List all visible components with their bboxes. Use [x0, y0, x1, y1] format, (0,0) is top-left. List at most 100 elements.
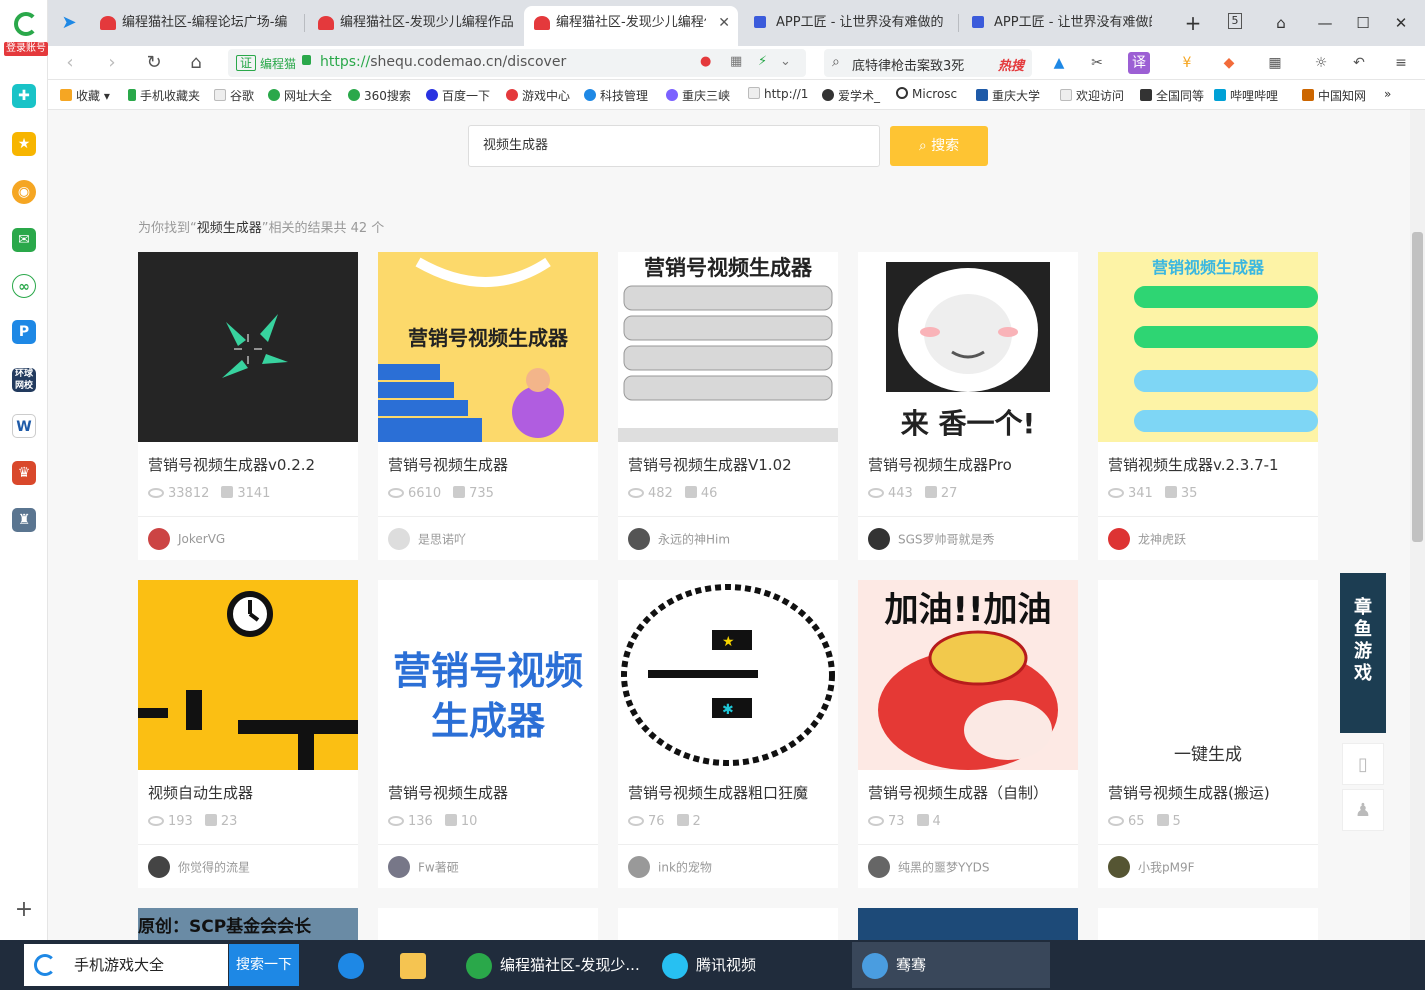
work-cover-image[interactable]: ★ ✱ [618, 580, 838, 770]
author-name[interactable]: SGS罗帅哥就是秀 [898, 533, 995, 547]
taskbar-edge[interactable] [338, 942, 372, 988]
bookmark-item[interactable]: 全国同等 [1140, 87, 1210, 104]
work-card-partial[interactable] [618, 908, 838, 940]
avatar[interactable] [148, 528, 170, 550]
avatar[interactable] [388, 856, 410, 878]
maximize-icon[interactable]: ☐ [1350, 10, 1376, 36]
app-plus-icon[interactable]: ✚ [12, 84, 36, 108]
tab-app-gongjiang-2[interactable]: APP工匠 - 让世界没有难做的 [962, 6, 1152, 40]
close-tab-icon[interactable]: ✕ [718, 6, 730, 40]
work-author[interactable]: 永远的神Him [628, 528, 730, 550]
work-card[interactable]: 视频自动生成器视频自动生成器19323你觉得的流星 [138, 580, 358, 888]
scrollbar-thumb[interactable] [1412, 232, 1423, 542]
author-name[interactable]: 龙神虎跃 [1138, 533, 1186, 547]
author-name[interactable]: 纯黑的噩梦YYDS [898, 861, 990, 875]
undo-icon[interactable]: ↶ [1348, 52, 1370, 74]
work-author[interactable]: Fw著砸 [388, 856, 459, 878]
work-card[interactable]: 一键生成 营销号视频生成器(搬运) 65 5 小我pM9F [1098, 580, 1318, 888]
bookmark-item[interactable]: 谷歌 [214, 87, 254, 104]
browser-logo[interactable]: 登录账号 [4, 10, 48, 58]
avatar[interactable] [628, 856, 650, 878]
work-cover-image[interactable]: 营销视频生成器 [1098, 252, 1318, 442]
lightning-icon[interactable]: ⚡ [758, 54, 767, 69]
taskbar-search-button[interactable]: 搜索一下 [229, 944, 299, 986]
tab-codemao-discover-active[interactable]: 编程猫社区-发现少儿编程作品 ✕ [524, 6, 738, 46]
triangle-app-icon[interactable]: ▲ [1048, 52, 1070, 74]
forward-arrow-icon[interactable]: › [98, 50, 126, 76]
author-name[interactable]: 小我pM9F [1138, 861, 1195, 875]
work-author[interactable]: 纯黑的噩梦YYDS [868, 856, 990, 878]
work-title[interactable]: 营销号视频生成器(搬运) [1108, 782, 1270, 803]
qr-code-icon[interactable]: ▦ [730, 54, 742, 69]
login-account-label[interactable]: 登录账号 [4, 42, 48, 56]
bookmark-item[interactable]: 爱学术_ [822, 87, 888, 104]
certificate-badge[interactable]: 证 [236, 55, 257, 71]
bookmark-item[interactable]: 欢迎访问 [1060, 87, 1130, 104]
taskbar-search-text[interactable]: 手机游戏大全 [74, 956, 164, 974]
work-cover-image[interactable]: 来 香一个! [858, 252, 1078, 442]
avatar[interactable] [868, 528, 890, 550]
avatar[interactable] [388, 528, 410, 550]
bookmark-item[interactable]: 360搜索 [348, 87, 411, 104]
work-card-partial[interactable]: 原创：SCP基金会会长 [138, 908, 358, 940]
bookmark-item[interactable]: 哔哩哔哩 [1214, 87, 1288, 104]
work-cover-image[interactable]: 营销号视频生成器 [378, 252, 598, 442]
taskbar-tencent-video[interactable]: 腾讯视频 [656, 942, 836, 988]
work-author[interactable]: 你觉得的流星 [148, 856, 250, 878]
work-card[interactable]: 营销号视频生成器 营销号视频生成器V1.02 482 46 永远的神Him [618, 252, 838, 560]
author-name[interactable]: ink的宠物 [658, 861, 712, 875]
coin-icon[interactable]: ¥ [1176, 52, 1198, 74]
home-icon[interactable]: ⌂ [182, 50, 210, 76]
work-author[interactable]: SGS罗帅哥就是秀 [868, 528, 995, 550]
author-name[interactable]: 是思诺吖 [418, 533, 466, 547]
tab-codemao-forum[interactable]: 编程猫社区-编程论坛广场-编 [90, 6, 296, 40]
work-author[interactable]: 小我pM9F [1108, 856, 1195, 878]
work-title[interactable]: 营销号视频生成器Pro [868, 454, 1012, 475]
tab-codemao-discover[interactable]: 编程猫社区-发现少儿编程作品 [308, 6, 518, 40]
hot-search-query[interactable]: 底特律枪击案致3死 [852, 55, 964, 74]
work-author[interactable]: JokerVG [148, 528, 225, 550]
taskbar-qianqian[interactable]: 骞骞 [852, 942, 1050, 988]
bookmark-item[interactable]: 手机收藏夹 [128, 87, 200, 104]
avatar[interactable] [1108, 856, 1130, 878]
page-scrollbar[interactable] [1410, 110, 1425, 940]
bookmark-item[interactable]: 重庆三峡 [666, 87, 736, 104]
ip-app-icon[interactable]: P [12, 320, 36, 344]
work-author[interactable]: 是思诺吖 [388, 528, 466, 550]
game-app-icon[interactable]: ♛ [12, 461, 36, 485]
work-cover-image[interactable]: 营销号视频生成器 [378, 580, 598, 770]
shield-icon[interactable]: ● [700, 54, 711, 69]
bookmark-item[interactable]: 网址大全 [268, 87, 332, 104]
side-ad-octopus-game[interactable]: 章鱼游戏 [1340, 573, 1386, 733]
hot-search-box[interactable]: ⌕ 底特律枪击案致3死 热搜 [824, 49, 1032, 77]
work-title[interactable]: 营销号视频生成器V1.02 [628, 454, 792, 475]
bookmark-item[interactable]: http://1 [748, 87, 810, 101]
work-card[interactable]: 营销视频生成器 营销视频生成器v.2.3.7-1 341 35 龙神虎跃 [1098, 252, 1318, 560]
close-window-icon[interactable]: ✕ [1388, 10, 1414, 36]
work-card[interactable]: 营销号视频生成器 营销号视频生成器 136 10 Fw著砸 [378, 580, 598, 888]
new-tab-button[interactable]: + [1180, 10, 1206, 36]
news-app-icon[interactable]: 环球 网校 [12, 368, 36, 392]
work-cover-image[interactable]: 一键生成 [1098, 580, 1318, 770]
work-title[interactable]: 营销视频生成器v.2.3.7-1 [1108, 454, 1279, 475]
work-title[interactable]: 营销号视频生成器 [388, 782, 508, 803]
search-input[interactable]: 视频生成器 [468, 125, 880, 167]
work-card-partial[interactable] [378, 908, 598, 940]
reload-icon[interactable]: ↻ [140, 50, 168, 76]
weibo-icon[interactable]: ◉ [12, 180, 36, 204]
work-card-partial[interactable] [858, 908, 1078, 940]
phone-icon[interactable]: ▯ [1342, 743, 1384, 785]
game2-app-icon[interactable]: ♜ [12, 508, 36, 532]
work-title[interactable]: 视频自动生成器 [148, 782, 253, 803]
work-title[interactable]: 营销号视频生成器粗口狂魔 [628, 782, 808, 803]
work-card[interactable]: 来 香一个! 营销号视频生成器Pro 443 27 SGS罗帅哥就是秀 [858, 252, 1078, 560]
bookmark-item[interactable]: 游戏中心 [506, 87, 570, 104]
tab-app-gongjiang-1[interactable]: APP工匠 - 让世界没有难做的 [744, 6, 950, 40]
work-cover-image[interactable]: 加油!!加油 [858, 580, 1078, 770]
add-sidebar-app-button[interactable]: + [12, 898, 36, 922]
grid-apps-icon[interactable]: ▦ [1264, 52, 1286, 74]
author-name[interactable]: 永远的神Him [658, 533, 730, 547]
bookmark-item[interactable]: Microsc [896, 87, 966, 101]
work-title[interactable]: 营销号视频生成器 [388, 454, 508, 475]
url-box[interactable]: 证 编程猫 https://shequ.codemao.cn/discover … [228, 49, 806, 77]
